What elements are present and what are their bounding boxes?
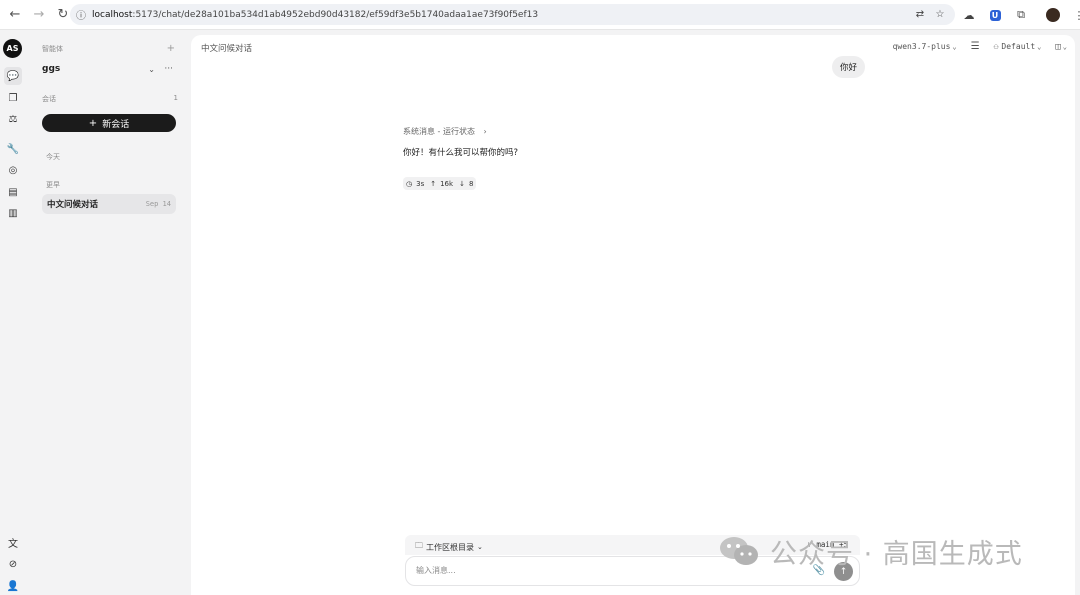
chevron-down-icon[interactable]: ⌄	[148, 65, 155, 74]
browser-menu-icon[interactable]: ⋮	[1070, 6, 1080, 24]
chevron-down-icon: ⌄	[477, 543, 483, 551]
chat-panel: 中文问候对话 qwen3.7-plus ⌄ ☰ ⚇ Default ⌄ ◫ ⌄ 你好 系…	[191, 35, 1075, 595]
workspace-selector[interactable]: 🗀 工作区根目录 ⌄	[415, 540, 483, 554]
sessions-section-label: 会话	[42, 95, 56, 103]
agent-name: ggs	[42, 64, 61, 74]
models-nav-icon[interactable]: ⚖	[4, 110, 22, 128]
chat-item-title: 中文问候对话	[47, 200, 99, 210]
settings-sliders-icon[interactable]: ☰	[971, 41, 980, 52]
bookmark-star-icon[interactable]: ☆	[933, 7, 947, 21]
language-icon[interactable]: 文	[4, 533, 22, 551]
cloud-extension-icon[interactable]: ☁	[960, 6, 978, 24]
arrow-up-icon: ↑	[430, 179, 437, 188]
forward-icon[interactable]: →	[28, 4, 50, 26]
agent-selector[interactable]: ggs ⌄ ···	[42, 62, 177, 76]
today-group-label: 今天	[46, 153, 60, 161]
person-icon: ⚇	[993, 42, 999, 51]
chat-nav-icon[interactable]: 💬	[4, 67, 22, 85]
agents-nav-icon[interactable]: ❐	[4, 89, 22, 107]
profile-selector[interactable]: ⚇ Default ⌄	[994, 42, 1042, 51]
model-selector[interactable]: qwen3.7-plus ⌄	[893, 42, 957, 51]
translate-icon[interactable]: ⇄	[913, 7, 927, 21]
back-icon[interactable]: ←	[4, 4, 26, 26]
folder-icon: 🗀	[415, 541, 423, 550]
app-logo[interactable]: AS	[3, 39, 22, 58]
watermark: 公众号 · 高国生成式	[718, 531, 1023, 571]
document-nav-icon[interactable]: ▤	[4, 183, 22, 201]
page-title: 中文问候对话	[201, 44, 253, 54]
plus-icon: +	[88, 117, 98, 129]
tools-nav-icon[interactable]: 🔧	[4, 140, 22, 158]
sidebar: 智能体 + ggs ⌄ ··· 会话 1 + 新会话 今天 更早 中文问候对话 …	[33, 36, 183, 591]
extensions-puzzle-icon[interactable]: ⧉	[1012, 6, 1030, 24]
stat-tokens-down: 8	[468, 179, 474, 188]
system-status-toggle[interactable]: 系统消息 - 运行状态 ›	[403, 126, 487, 137]
broadcast-nav-icon[interactable]: ◎	[4, 161, 22, 179]
user-message-bubble: 你好	[832, 56, 866, 78]
password-extension-icon[interactable]: U	[986, 6, 1004, 24]
url-text: localhost:5173/chat/de28a101ba534d1ab495…	[92, 9, 539, 20]
address-bar[interactable]: ⓘ localhost:5173/chat/de28a101ba534d1ab4…	[70, 4, 955, 25]
chevron-right-icon: ›	[483, 127, 487, 136]
stat-time: 3s	[416, 179, 425, 188]
agent-section-label: 智能体	[42, 45, 63, 53]
add-agent-icon[interactable]: +	[167, 43, 175, 54]
sessions-count: 1	[173, 94, 178, 102]
clock-icon: ◷	[406, 179, 413, 188]
chat-toolbar: qwen3.7-plus ⌄ ☰ ⚇ Default ⌄ ◫ ⌄	[893, 41, 1067, 52]
chat-item-date: Sep 14	[145, 200, 171, 208]
compass-icon[interactable]: ⊘	[4, 555, 22, 573]
wechat-logo-icon	[720, 537, 758, 565]
layout-toggle-icon[interactable]: ◫ ⌄	[1055, 42, 1067, 52]
user-icon[interactable]: 👤	[4, 577, 22, 595]
new-chat-button[interactable]: + 新会话	[42, 114, 176, 132]
earlier-group-label: 更早	[46, 181, 60, 189]
more-options-icon[interactable]: ···	[164, 64, 173, 74]
browser-toolbar: ← → ↻ ⓘ localhost:5173/chat/de28a101ba53…	[0, 0, 1080, 30]
assistant-message: 你好！有什么我可以帮你的吗?	[403, 148, 519, 158]
site-info-icon[interactable]: ⓘ	[70, 7, 92, 22]
library-nav-icon[interactable]: ▥	[4, 204, 22, 222]
message-stats: ◷ 3s ↑ 16k ↓ 8	[403, 177, 477, 190]
profile-avatar[interactable]	[1044, 6, 1062, 24]
stat-tokens-up: 16k	[440, 179, 454, 188]
icon-rail: AS 💬 ❐ ⚖ 🔧 ◎ ▤ ▥ 文 ⊘ 👤	[0, 30, 26, 595]
arrow-down-icon: ↓	[459, 179, 465, 188]
chat-list-item[interactable]: 中文问候对话 Sep 14	[42, 194, 176, 214]
